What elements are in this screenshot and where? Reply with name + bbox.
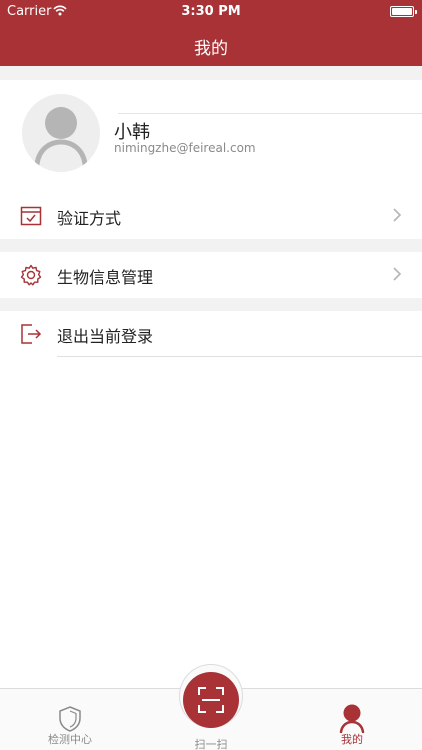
page-title: 我的 bbox=[194, 39, 228, 59]
gear-icon bbox=[20, 264, 42, 286]
menu-item-label: 验证方式 bbox=[57, 209, 122, 228]
divider bbox=[57, 356, 422, 357]
scan-button[interactable] bbox=[183, 672, 239, 728]
menu-item-biometric-management[interactable]: 生物信息管理 bbox=[0, 252, 422, 298]
tab-label[interactable]: 扫一扫 bbox=[179, 736, 243, 750]
profile-card[interactable]: 小韩 nimingzhe@feireal.com bbox=[0, 80, 422, 190]
menu-item-label: 生物信息管理 bbox=[57, 268, 154, 287]
avatar[interactable] bbox=[22, 94, 100, 172]
user-email: nimingzhe@feireal.com bbox=[114, 141, 256, 155]
menu-item-label: 退出当前登录 bbox=[57, 327, 154, 346]
logout-icon bbox=[21, 324, 42, 344]
chevron-right-icon bbox=[393, 208, 402, 222]
chevron-right-icon bbox=[393, 267, 402, 281]
navigation-bar: 我的 bbox=[0, 24, 422, 66]
tab-label: 检测中心 bbox=[48, 733, 92, 746]
battery-icon bbox=[390, 6, 417, 17]
tab-label: 我的 bbox=[341, 733, 363, 746]
divider bbox=[118, 113, 422, 114]
status-bar: Carrier 3:30 PM bbox=[0, 0, 422, 24]
tab-mine[interactable]: 我的 bbox=[312, 689, 392, 750]
tab-detection-center[interactable]: 检测中心 bbox=[30, 689, 110, 750]
section-separator bbox=[0, 297, 422, 311]
verify-method-icon bbox=[20, 206, 42, 226]
default-avatar-icon bbox=[34, 107, 88, 167]
menu-item-verify-method[interactable]: 验证方式 bbox=[0, 193, 422, 239]
menu-item-logout[interactable]: 退出当前登录 bbox=[0, 311, 422, 357]
shield-icon bbox=[59, 706, 81, 732]
scan-icon bbox=[198, 687, 224, 713]
section-separator bbox=[0, 238, 422, 252]
person-icon bbox=[339, 704, 365, 733]
section-separator bbox=[0, 66, 422, 80]
clock: 3:30 PM bbox=[181, 4, 241, 19]
